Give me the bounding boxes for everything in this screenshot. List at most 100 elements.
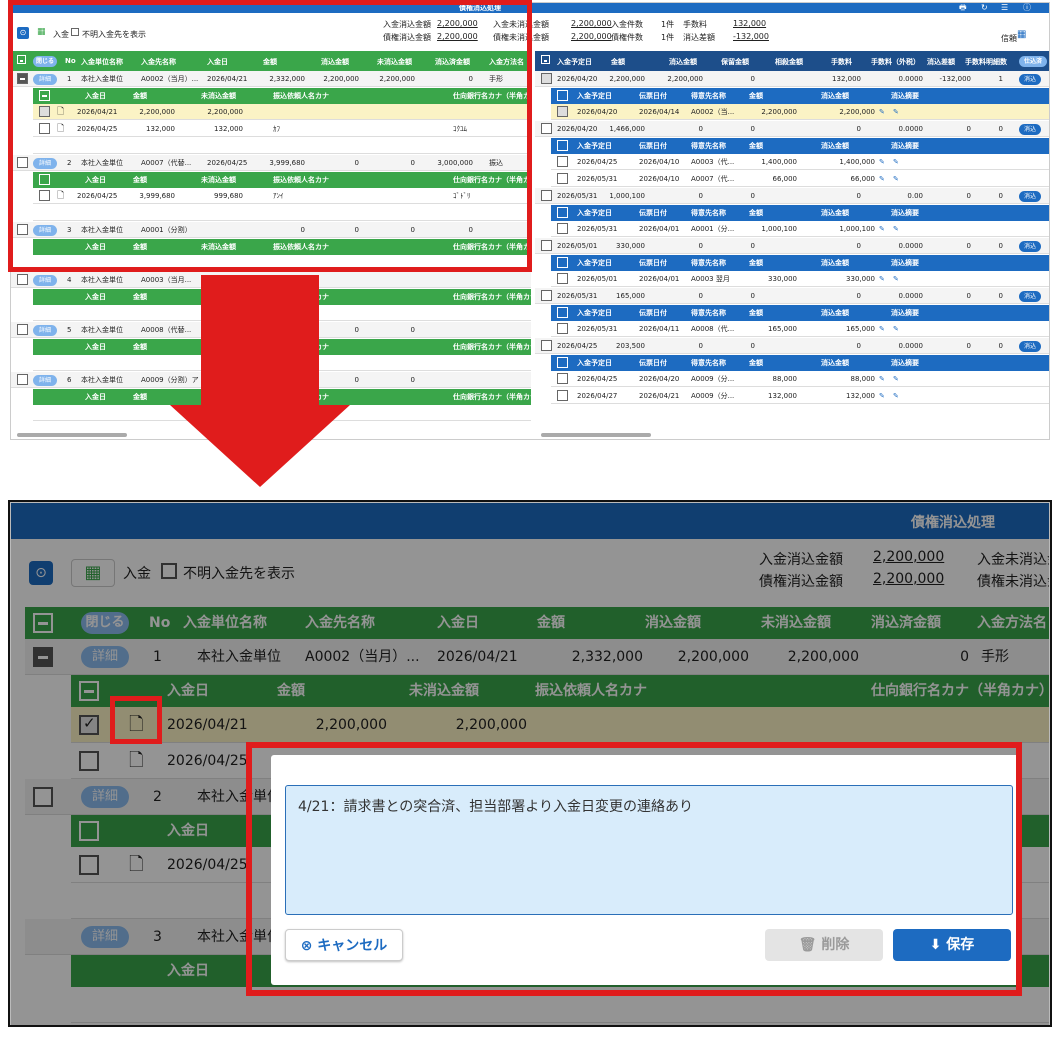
refresh-icon[interactable]: ↻	[981, 3, 988, 13]
edit-pencil-icon[interactable]: ✎	[893, 221, 899, 237]
edit-pencil-icon[interactable]: ✎	[893, 371, 899, 387]
r-sub-col: 入金予定日	[577, 92, 612, 100]
r-cell-cnt: 0	[998, 342, 1003, 350]
edit-pencil-icon[interactable]: ✎	[879, 271, 885, 287]
list-item[interactable]: 2026/04/25 2026/04/10 A0003（代... 1,400,000 1…	[551, 154, 1049, 170]
edit-pencil-icon[interactable]: ✎	[879, 221, 885, 237]
cell-no: 5	[67, 326, 72, 334]
list-item[interactable]: 2026/05/31 2026/04/10 A0007（代... 66,000 66,0…	[551, 171, 1049, 187]
r-cell-date: 2026/05/31	[557, 192, 598, 200]
list-item[interactable]: 2026/05/01 2026/04/01 A0003 翌月 330,000 330,0…	[551, 271, 1049, 287]
edit-pencil-icon[interactable]: ✎	[893, 171, 899, 187]
table-row[interactable]: 2026/04/20 2,200,000 2,200,000 0 132,000 0.00…	[535, 71, 1049, 87]
r-item-checkbox[interactable]	[557, 373, 568, 384]
r-item-checkbox[interactable]	[557, 173, 568, 184]
list-item[interactable]: 2026/04/27 2026/04/21 A0009（分... 132,000 132…	[551, 388, 1049, 404]
r-sub-checkbox[interactable]	[557, 357, 568, 368]
settings-grid-icon[interactable]: ▦	[1017, 29, 1026, 40]
r-item-checkbox[interactable]	[557, 223, 568, 234]
r-sub-checkbox[interactable]	[557, 307, 568, 318]
detail-button[interactable]: 詳細	[33, 375, 57, 386]
edit-pencil-icon[interactable]: ✎	[879, 321, 885, 337]
r-sub-col: 消込金額	[821, 92, 849, 100]
r-sub-checkbox[interactable]	[557, 257, 568, 268]
detail-button[interactable]: 詳細	[33, 325, 57, 336]
table-row[interactable]: 2026/04/20 1,466,000 0 0 0 0.0000 0 0 消込	[535, 121, 1049, 137]
group-checkbox[interactable]	[541, 123, 552, 134]
edit-pencil-icon[interactable]: ✎	[879, 154, 885, 170]
right-collapse-checkbox[interactable]	[541, 55, 550, 64]
group-checkbox[interactable]	[541, 73, 552, 84]
clear-button[interactable]: 消込	[1019, 241, 1041, 252]
r-item-clear: 132,000	[846, 392, 875, 400]
r-cell-hold: 0	[750, 75, 755, 83]
list-item[interactable]: 2026/04/20 2026/04/14 A0002（当... 2,200,000 2…	[551, 104, 1049, 120]
r-sub-col: 消込摘要	[891, 359, 919, 367]
list-item[interactable]: 2026/05/31 2026/04/01 A0001（分... 1,000,100 1…	[551, 221, 1049, 237]
r-sub-checkbox[interactable]	[557, 140, 568, 151]
clear-button[interactable]: 消込	[1019, 341, 1041, 352]
table-row[interactable]: 2026/05/01 330,000 0 0 0 0.0000 0 0 消込	[535, 238, 1049, 254]
cleared-button[interactable]: 仕込済	[1019, 56, 1047, 67]
r-sub-col: 入金予定日	[577, 309, 612, 317]
r-item-checkbox[interactable]	[557, 156, 568, 167]
group-checkbox[interactable]	[541, 340, 552, 351]
group-checkbox[interactable]	[541, 240, 552, 251]
r-sub-col: 消込摘要	[891, 92, 919, 100]
r-cell-cnt: 0	[998, 242, 1003, 250]
group-checkbox[interactable]	[17, 274, 28, 285]
r-sub-col: 消込摘要	[891, 209, 919, 217]
cell-unit: 本社入金単位	[81, 326, 123, 334]
edit-pencil-icon[interactable]: ✎	[893, 321, 899, 337]
info-icon[interactable]: ⓘ	[1023, 3, 1031, 13]
group-checkbox[interactable]	[17, 324, 28, 335]
sub-col: 仕向銀行名カナ（半角カナ）	[453, 293, 544, 301]
col-hold: 保留金額	[721, 58, 749, 66]
cell-unit: 本社入金単位	[81, 276, 123, 284]
r-sub-checkbox[interactable]	[557, 90, 568, 101]
detail-button[interactable]: 詳細	[33, 275, 57, 286]
edit-pencil-icon[interactable]: ✎	[893, 104, 899, 120]
r-cell-hold: 0	[750, 125, 755, 133]
clear-button[interactable]: 消込	[1019, 124, 1041, 135]
group-checkbox[interactable]	[541, 190, 552, 201]
print-icon[interactable]: 🖶	[959, 3, 967, 13]
table-row[interactable]: 2026/05/31 165,000 0 0 0 0.0000 0 0 消込	[535, 288, 1049, 304]
r-sub-col: 得意先名称	[691, 209, 726, 217]
right-scrollbar[interactable]	[541, 433, 651, 437]
r-cell-hold: 0	[750, 192, 755, 200]
r-cell-amount: 1,000,100	[609, 192, 645, 200]
clear-button[interactable]: 消込	[1019, 191, 1041, 202]
r-item-checkbox[interactable]	[557, 273, 568, 284]
edit-pencil-icon[interactable]: ✎	[879, 388, 885, 404]
list-item[interactable]: 2026/05/31 2026/04/11 A0008（代... 165,000 165…	[551, 321, 1049, 337]
r-cell-hold: 0	[750, 242, 755, 250]
clear-button[interactable]: 消込	[1019, 291, 1041, 302]
edit-pencil-icon[interactable]: ✎	[893, 271, 899, 287]
cell-no: 4	[67, 276, 72, 284]
edit-pencil-icon[interactable]: ✎	[879, 371, 885, 387]
table-row[interactable]: 2026/05/31 1,000,100 0 0 0 0.00 0 0 消込	[535, 188, 1049, 204]
r-cell-feex: 0.0000	[898, 242, 924, 250]
r-item-checkbox[interactable]	[557, 106, 568, 117]
list-item[interactable]: 2026/04/25 2026/04/20 A0009（分... 88,000 88,0…	[551, 371, 1049, 387]
group-checkbox[interactable]	[541, 290, 552, 301]
r-cell-date: 2026/04/20	[557, 75, 598, 83]
edit-pencil-icon[interactable]: ✎	[879, 104, 885, 120]
edit-pencil-icon[interactable]: ✎	[893, 154, 899, 170]
list-icon[interactable]: ☰	[1001, 3, 1008, 13]
r-item-checkbox[interactable]	[557, 390, 568, 401]
edit-pencil-icon[interactable]: ✎	[879, 171, 885, 187]
clear-button[interactable]: 消込	[1019, 74, 1041, 85]
group-checkbox[interactable]	[17, 374, 28, 385]
r-item-checkbox[interactable]	[557, 323, 568, 334]
left-scrollbar[interactable]	[17, 433, 127, 437]
r-item-clear: 330,000	[846, 275, 875, 283]
table-row[interactable]: 2026/04/25 203,500 0 0 0 0.0000 0 0 消込	[535, 338, 1049, 354]
r-sub-col: 消込金額	[821, 142, 849, 150]
sub-col: 仕向銀行名カナ（半角カナ）	[453, 393, 544, 401]
r-item-slip: 2026/04/01	[639, 275, 680, 283]
r-sub-checkbox[interactable]	[557, 207, 568, 218]
edit-pencil-icon[interactable]: ✎	[893, 388, 899, 404]
cell-dest: A0003（当月...	[141, 276, 192, 284]
